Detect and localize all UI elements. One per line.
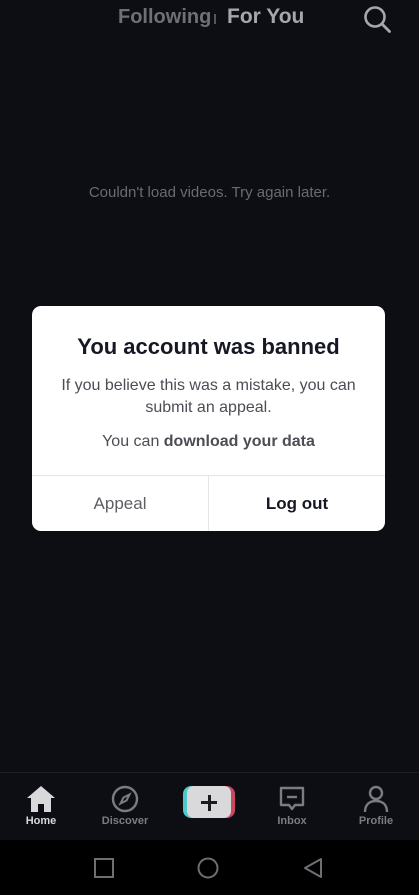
ban-dialog: You account was banned If you believe th… — [32, 306, 385, 531]
system-nav-bar — [0, 840, 419, 895]
triangle-back-icon[interactable] — [301, 856, 325, 880]
circle-icon[interactable] — [196, 856, 220, 880]
logout-button[interactable]: Log out — [209, 476, 385, 531]
dialog-actions: Appeal Log out — [32, 475, 385, 531]
nav-profile[interactable]: Profile — [341, 773, 411, 841]
download-data-line: You can download your data — [32, 433, 385, 451]
top-bar: Following For You — [0, 0, 419, 40]
nav-discover-label: Discover — [101, 815, 149, 827]
appeal-button[interactable]: Appeal — [32, 476, 209, 531]
tab-for-you[interactable]: For You — [227, 5, 304, 29]
bottom-nav: Home Discover Inbox Profile — [0, 772, 419, 841]
nav-profile-label: Profile — [358, 815, 394, 827]
tab-divider — [214, 14, 216, 24]
square-icon[interactable] — [92, 856, 116, 880]
download-data-prefix: You can — [102, 433, 164, 450]
nav-home-label: Home — [25, 815, 57, 827]
feed-error-message: Couldn't load videos. Try again later. — [88, 184, 331, 201]
dialog-title: You account was banned — [77, 334, 340, 359]
tab-following[interactable]: Following — [118, 6, 211, 29]
nav-home[interactable]: Home — [6, 773, 76, 841]
nav-discover[interactable]: Discover — [90, 773, 160, 841]
download-data-link[interactable]: download your data — [164, 433, 315, 450]
message-icon — [279, 786, 305, 811]
nav-inbox[interactable]: Inbox — [257, 773, 327, 841]
person-icon — [363, 785, 389, 813]
nav-inbox-label: Inbox — [277, 815, 307, 827]
dialog-body: If you believe this was a mistake, you c… — [61, 377, 356, 416]
create-button[interactable] — [183, 786, 235, 818]
search-icon[interactable] — [362, 4, 392, 34]
compass-icon — [111, 785, 139, 813]
plus-icon-vertical — [207, 794, 211, 811]
home-icon — [27, 786, 55, 812]
app-screen: Following For You Couldn't load videos. … — [0, 0, 419, 895]
